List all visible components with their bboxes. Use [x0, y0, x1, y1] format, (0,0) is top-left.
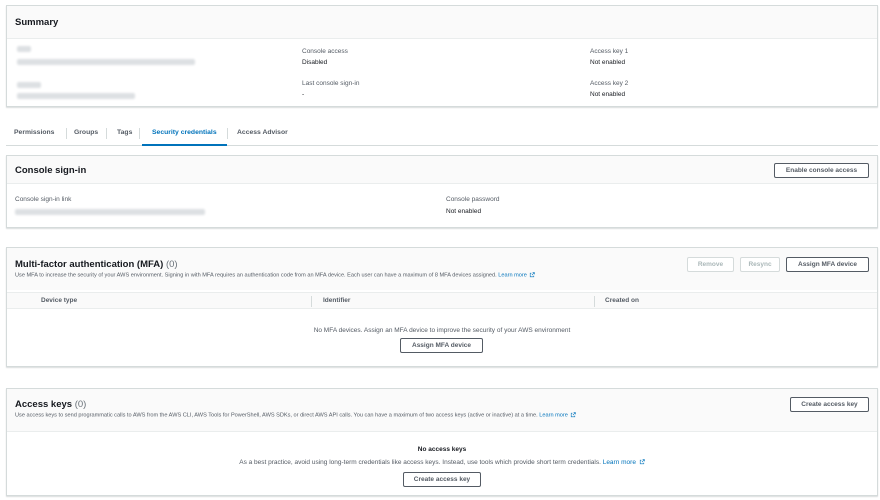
mfa-count: (0): [165, 259, 178, 270]
mfa-empty-message: No MFA devices. Assign an MFA device to …: [313, 327, 571, 334]
access-keys-title-text: Access keys: [15, 399, 73, 410]
console-signin-header: Console sign-in Enable console access: [7, 156, 877, 184]
mfa-description-text: Use MFA to increase the security of your…: [15, 272, 497, 279]
column-separator: [594, 296, 595, 307]
access-keys-empty-learn-more-link[interactable]: Learn more: [603, 459, 636, 466]
access-key2-label: Access key 2: [590, 80, 629, 87]
signin-link-value[interactable]: [15, 209, 205, 215]
console-signin-panel: Console sign-in Enable console access Co…: [6, 155, 878, 228]
access-keys-panel: Access keys (0) Use access keys to send …: [6, 388, 878, 496]
access-keys-empty-text: As a best practice, avoid using long-ter…: [239, 459, 601, 466]
redacted-field: [17, 46, 31, 52]
tab-separator: [227, 128, 228, 139]
access-key2-value: Not enabled: [590, 91, 626, 98]
assign-mfa-empty-button[interactable]: Assign MFA device: [400, 338, 483, 353]
tab-groups[interactable]: Groups: [74, 120, 98, 145]
column-created-on[interactable]: Created on: [605, 297, 639, 304]
last-signin-value: -: [302, 91, 305, 98]
external-link-icon: [571, 412, 577, 418]
redacted-field: [17, 93, 135, 99]
create-access-key-empty-button[interactable]: Create access key: [403, 472, 481, 487]
column-separator: [311, 296, 312, 307]
column-device-type[interactable]: Device type: [41, 297, 77, 304]
mfa-panel: Multi-factor authentication (MFA) (0) Us…: [6, 247, 878, 367]
tab-security-credentials[interactable]: Security credentials: [142, 120, 227, 146]
mfa-description: Use MFA to increase the security of your…: [15, 272, 536, 279]
mfa-title: Multi-factor authentication (MFA) (0): [15, 259, 178, 270]
tab-separator: [139, 128, 140, 139]
summary-header: Summary: [7, 6, 877, 39]
column-identifier[interactable]: Identifier: [323, 297, 350, 304]
enable-console-access-button[interactable]: Enable console access: [774, 163, 869, 178]
mfa-table-header: Device type Identifier Created on: [7, 292, 877, 309]
tab-tags[interactable]: Tags: [117, 120, 132, 145]
access-keys-description-text: Use access keys to send programmatic cal…: [15, 412, 538, 419]
resync-button[interactable]: Resync: [740, 257, 780, 272]
tab-separator: [106, 128, 107, 139]
access-keys-title: Access keys (0): [15, 399, 86, 410]
tab-permissions[interactable]: Permissions: [14, 120, 54, 145]
access-keys-empty-message: As a best practice, avoid using long-ter…: [7, 459, 877, 466]
access-key1-value: Not enabled: [590, 59, 626, 66]
access-keys-description: Use access keys to send programmatic cal…: [15, 412, 577, 419]
redacted-field: [17, 59, 195, 65]
summary-title: Summary: [15, 17, 59, 28]
assign-mfa-button[interactable]: Assign MFA device: [786, 257, 869, 272]
console-access-label: Console access: [302, 48, 348, 55]
tab-bar: Permissions Groups Tags Security credent…: [6, 120, 878, 146]
access-key1-label: Access key 1: [590, 48, 629, 55]
signin-link-label: Console sign-in link: [15, 196, 72, 203]
access-keys-count: (0): [74, 399, 87, 410]
access-keys-learn-more-link[interactable]: Learn more: [539, 412, 568, 418]
external-link-icon: [530, 272, 536, 278]
console-access-value: Disabled: [302, 59, 328, 66]
mfa-header: Multi-factor authentication (MFA) (0) Us…: [7, 248, 877, 290]
external-link-icon: [639, 459, 645, 465]
mfa-learn-more-link[interactable]: Learn more: [498, 272, 527, 278]
redacted-field: [17, 82, 41, 88]
remove-button[interactable]: Remove: [687, 257, 734, 272]
summary-panel: Summary Console access Disabled Last con…: [6, 5, 878, 107]
last-signin-label: Last console sign-in: [302, 80, 360, 87]
console-password-label: Console password: [446, 196, 500, 203]
console-signin-title: Console sign-in: [15, 165, 87, 176]
create-access-key-button[interactable]: Create access key: [790, 397, 869, 412]
access-keys-empty-title: No access keys: [417, 446, 467, 453]
access-keys-header: Access keys (0) Use access keys to send …: [7, 389, 877, 432]
tab-access-advisor[interactable]: Access Advisor: [237, 120, 288, 145]
mfa-title-text: Multi-factor authentication (MFA): [15, 259, 164, 270]
tab-separator: [66, 128, 67, 139]
console-password-value: Not enabled: [446, 208, 482, 215]
